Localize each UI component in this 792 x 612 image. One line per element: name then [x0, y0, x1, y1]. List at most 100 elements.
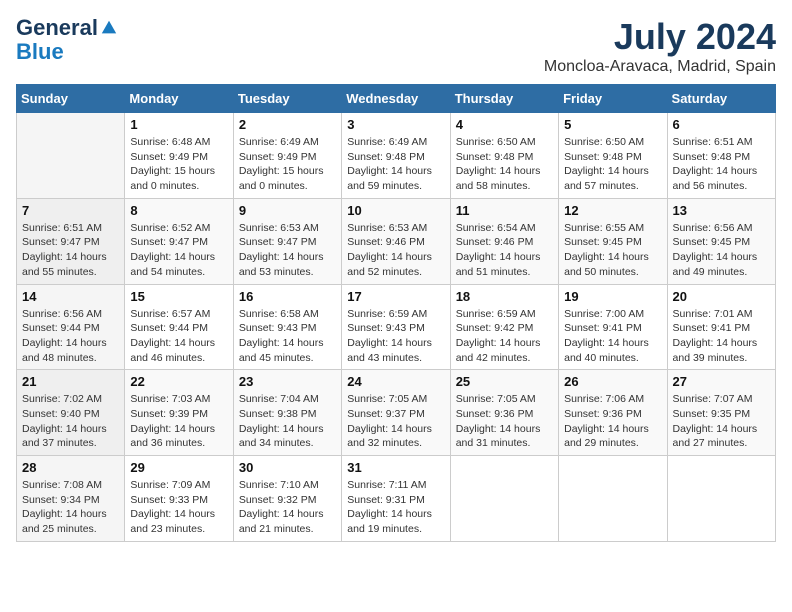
- column-headers: SundayMondayTuesdayWednesdayThursdayFrid…: [17, 85, 776, 113]
- day-cell: 22Sunrise: 7:03 AMSunset: 9:39 PMDayligh…: [125, 370, 233, 456]
- day-number: 6: [673, 117, 770, 132]
- day-info: Sunrise: 6:58 AMSunset: 9:43 PMDaylight:…: [239, 307, 336, 366]
- day-info: Sunrise: 7:08 AMSunset: 9:34 PMDaylight:…: [22, 478, 119, 537]
- col-header-saturday: Saturday: [667, 85, 775, 113]
- day-cell: 14 Sunrise: 6:56 AMSunset: 9:44 PMDayligh…: [17, 284, 125, 370]
- day-info: Sunrise: 6:52 AMSunset: 9:47 PMDaylight:…: [130, 221, 227, 280]
- col-header-wednesday: Wednesday: [342, 85, 450, 113]
- day-number: 9: [239, 203, 336, 218]
- day-cell: 23 Sunrise: 7:04 AMSunset: 9:38 PMDayligh…: [233, 370, 341, 456]
- day-info: Sunrise: 7:05 AMSunset: 9:37 PMDaylight:…: [347, 392, 444, 451]
- day-info: Sunrise: 7:11 AMSunset: 9:31 PMDaylight:…: [347, 478, 444, 537]
- day-number: 20: [673, 289, 770, 304]
- day-number: 28: [22, 460, 119, 475]
- day-cell: 4Sunrise: 6:50 AMSunset: 9:48 PMDaylight…: [450, 113, 558, 199]
- day-number: 17: [347, 289, 444, 304]
- day-cell: 26 Sunrise: 7:06 AMSunset: 9:36 PMDayligh…: [559, 370, 667, 456]
- day-number: 31: [347, 460, 444, 475]
- day-info: Sunrise: 7:04 AMSunset: 9:38 PMDaylight:…: [239, 392, 336, 451]
- day-info: Sunrise: 7:01 AMSunset: 9:41 PMDaylight:…: [673, 307, 770, 366]
- day-number: 24: [347, 374, 444, 389]
- page-header: General Blue July 2024 Moncloa-Aravaca, …: [16, 16, 776, 76]
- day-info: Sunrise: 6:53 AMSunset: 9:47 PMDaylight:…: [239, 221, 336, 280]
- day-cell: 30Sunrise: 7:10 AMSunset: 9:32 PMDayligh…: [233, 456, 341, 542]
- day-number: 13: [673, 203, 770, 218]
- day-info: Sunrise: 6:51 AMSunset: 9:47 PMDaylight:…: [22, 221, 119, 280]
- day-number: 12: [564, 203, 661, 218]
- day-info: Sunrise: 6:59 AMSunset: 9:42 PMDaylight:…: [456, 307, 553, 366]
- day-cell: 25 Sunrise: 7:05 AMSunset: 9:36 PMDayligh…: [450, 370, 558, 456]
- day-info: Sunrise: 6:48 AMSunset: 9:49 PMDaylight:…: [130, 135, 227, 194]
- day-cell: 15Sunrise: 6:57 AMSunset: 9:44 PMDayligh…: [125, 284, 233, 370]
- day-cell: 28 Sunrise: 7:08 AMSunset: 9:34 PMDayligh…: [17, 456, 125, 542]
- day-cell: [559, 456, 667, 542]
- day-number: 29: [130, 460, 227, 475]
- day-number: 2: [239, 117, 336, 132]
- day-cell: 21 Sunrise: 7:02 AMSunset: 9:40 PMDayligh…: [17, 370, 125, 456]
- day-number: 19: [564, 289, 661, 304]
- day-number: 23: [239, 374, 336, 389]
- col-header-thursday: Thursday: [450, 85, 558, 113]
- day-cell: 3 Sunrise: 6:49 AMSunset: 9:48 PMDaylight…: [342, 113, 450, 199]
- day-info: Sunrise: 6:54 AMSunset: 9:46 PMDaylight:…: [456, 221, 553, 280]
- day-number: 11: [456, 203, 553, 218]
- day-number: 10: [347, 203, 444, 218]
- day-cell: 8Sunrise: 6:52 AMSunset: 9:47 PMDaylight…: [125, 198, 233, 284]
- day-info: Sunrise: 6:51 AMSunset: 9:48 PMDaylight:…: [673, 135, 770, 194]
- day-info: Sunrise: 7:07 AMSunset: 9:35 PMDaylight:…: [673, 392, 770, 451]
- day-info: Sunrise: 6:49 AMSunset: 9:48 PMDaylight:…: [347, 135, 444, 194]
- day-number: 30: [239, 460, 336, 475]
- day-cell: 11 Sunrise: 6:54 AMSunset: 9:46 PMDayligh…: [450, 198, 558, 284]
- day-info: Sunrise: 6:57 AMSunset: 9:44 PMDaylight:…: [130, 307, 227, 366]
- day-number: 3: [347, 117, 444, 132]
- day-info: Sunrise: 6:49 AMSunset: 9:49 PMDaylight:…: [239, 135, 336, 194]
- logo: General Blue: [16, 16, 118, 64]
- day-cell: 18 Sunrise: 6:59 AMSunset: 9:42 PMDayligh…: [450, 284, 558, 370]
- day-cell: [17, 113, 125, 199]
- day-number: 16: [239, 289, 336, 304]
- day-number: 1: [130, 117, 227, 132]
- day-info: Sunrise: 7:09 AMSunset: 9:33 PMDaylight:…: [130, 478, 227, 537]
- day-cell: 16 Sunrise: 6:58 AMSunset: 9:43 PMDayligh…: [233, 284, 341, 370]
- week-row-1: 1 Sunrise: 6:48 AMSunset: 9:49 PMDaylight…: [17, 113, 776, 199]
- day-cell: 5Sunrise: 6:50 AMSunset: 9:48 PMDaylight…: [559, 113, 667, 199]
- day-cell: 2 Sunrise: 6:49 AMSunset: 9:49 PMDaylight…: [233, 113, 341, 199]
- calendar-table: SundayMondayTuesdayWednesdayThursdayFrid…: [16, 84, 776, 542]
- day-cell: 20 Sunrise: 7:01 AMSunset: 9:41 PMDayligh…: [667, 284, 775, 370]
- day-cell: 17Sunrise: 6:59 AMSunset: 9:43 PMDayligh…: [342, 284, 450, 370]
- day-cell: 13 Sunrise: 6:56 AMSunset: 9:45 PMDayligh…: [667, 198, 775, 284]
- day-cell: 6 Sunrise: 6:51 AMSunset: 9:48 PMDaylight…: [667, 113, 775, 199]
- day-info: Sunrise: 7:05 AMSunset: 9:36 PMDaylight:…: [456, 392, 553, 451]
- day-info: Sunrise: 6:56 AMSunset: 9:44 PMDaylight:…: [22, 307, 119, 366]
- day-info: Sunrise: 6:53 AMSunset: 9:46 PMDaylight:…: [347, 221, 444, 280]
- col-header-sunday: Sunday: [17, 85, 125, 113]
- day-info: Sunrise: 7:00 AMSunset: 9:41 PMDaylight:…: [564, 307, 661, 366]
- day-number: 25: [456, 374, 553, 389]
- week-row-2: 7Sunrise: 6:51 AMSunset: 9:47 PMDaylight…: [17, 198, 776, 284]
- day-cell: 1 Sunrise: 6:48 AMSunset: 9:49 PMDaylight…: [125, 113, 233, 199]
- col-header-tuesday: Tuesday: [233, 85, 341, 113]
- day-info: Sunrise: 7:06 AMSunset: 9:36 PMDaylight:…: [564, 392, 661, 451]
- day-cell: 7Sunrise: 6:51 AMSunset: 9:47 PMDaylight…: [17, 198, 125, 284]
- logo-icon: [100, 19, 118, 37]
- day-cell: 29 Sunrise: 7:09 AMSunset: 9:33 PMDayligh…: [125, 456, 233, 542]
- col-header-monday: Monday: [125, 85, 233, 113]
- logo-general: General: [16, 16, 98, 40]
- main-title: July 2024: [544, 16, 776, 58]
- day-cell: 19 Sunrise: 7:00 AMSunset: 9:41 PMDayligh…: [559, 284, 667, 370]
- week-row-5: 28 Sunrise: 7:08 AMSunset: 9:34 PMDayligh…: [17, 456, 776, 542]
- day-number: 14: [22, 289, 119, 304]
- day-number: 27: [673, 374, 770, 389]
- day-cell: 9 Sunrise: 6:53 AMSunset: 9:47 PMDaylight…: [233, 198, 341, 284]
- day-cell: 27 Sunrise: 7:07 AMSunset: 9:35 PMDayligh…: [667, 370, 775, 456]
- day-info: Sunrise: 6:55 AMSunset: 9:45 PMDaylight:…: [564, 221, 661, 280]
- title-block: July 2024 Moncloa-Aravaca, Madrid, Spain: [544, 16, 776, 76]
- day-info: Sunrise: 7:02 AMSunset: 9:40 PMDaylight:…: [22, 392, 119, 451]
- day-number: 5: [564, 117, 661, 132]
- day-info: Sunrise: 6:56 AMSunset: 9:45 PMDaylight:…: [673, 221, 770, 280]
- day-number: 18: [456, 289, 553, 304]
- col-header-friday: Friday: [559, 85, 667, 113]
- day-number: 26: [564, 374, 661, 389]
- day-info: Sunrise: 7:03 AMSunset: 9:39 PMDaylight:…: [130, 392, 227, 451]
- day-number: 21: [22, 374, 119, 389]
